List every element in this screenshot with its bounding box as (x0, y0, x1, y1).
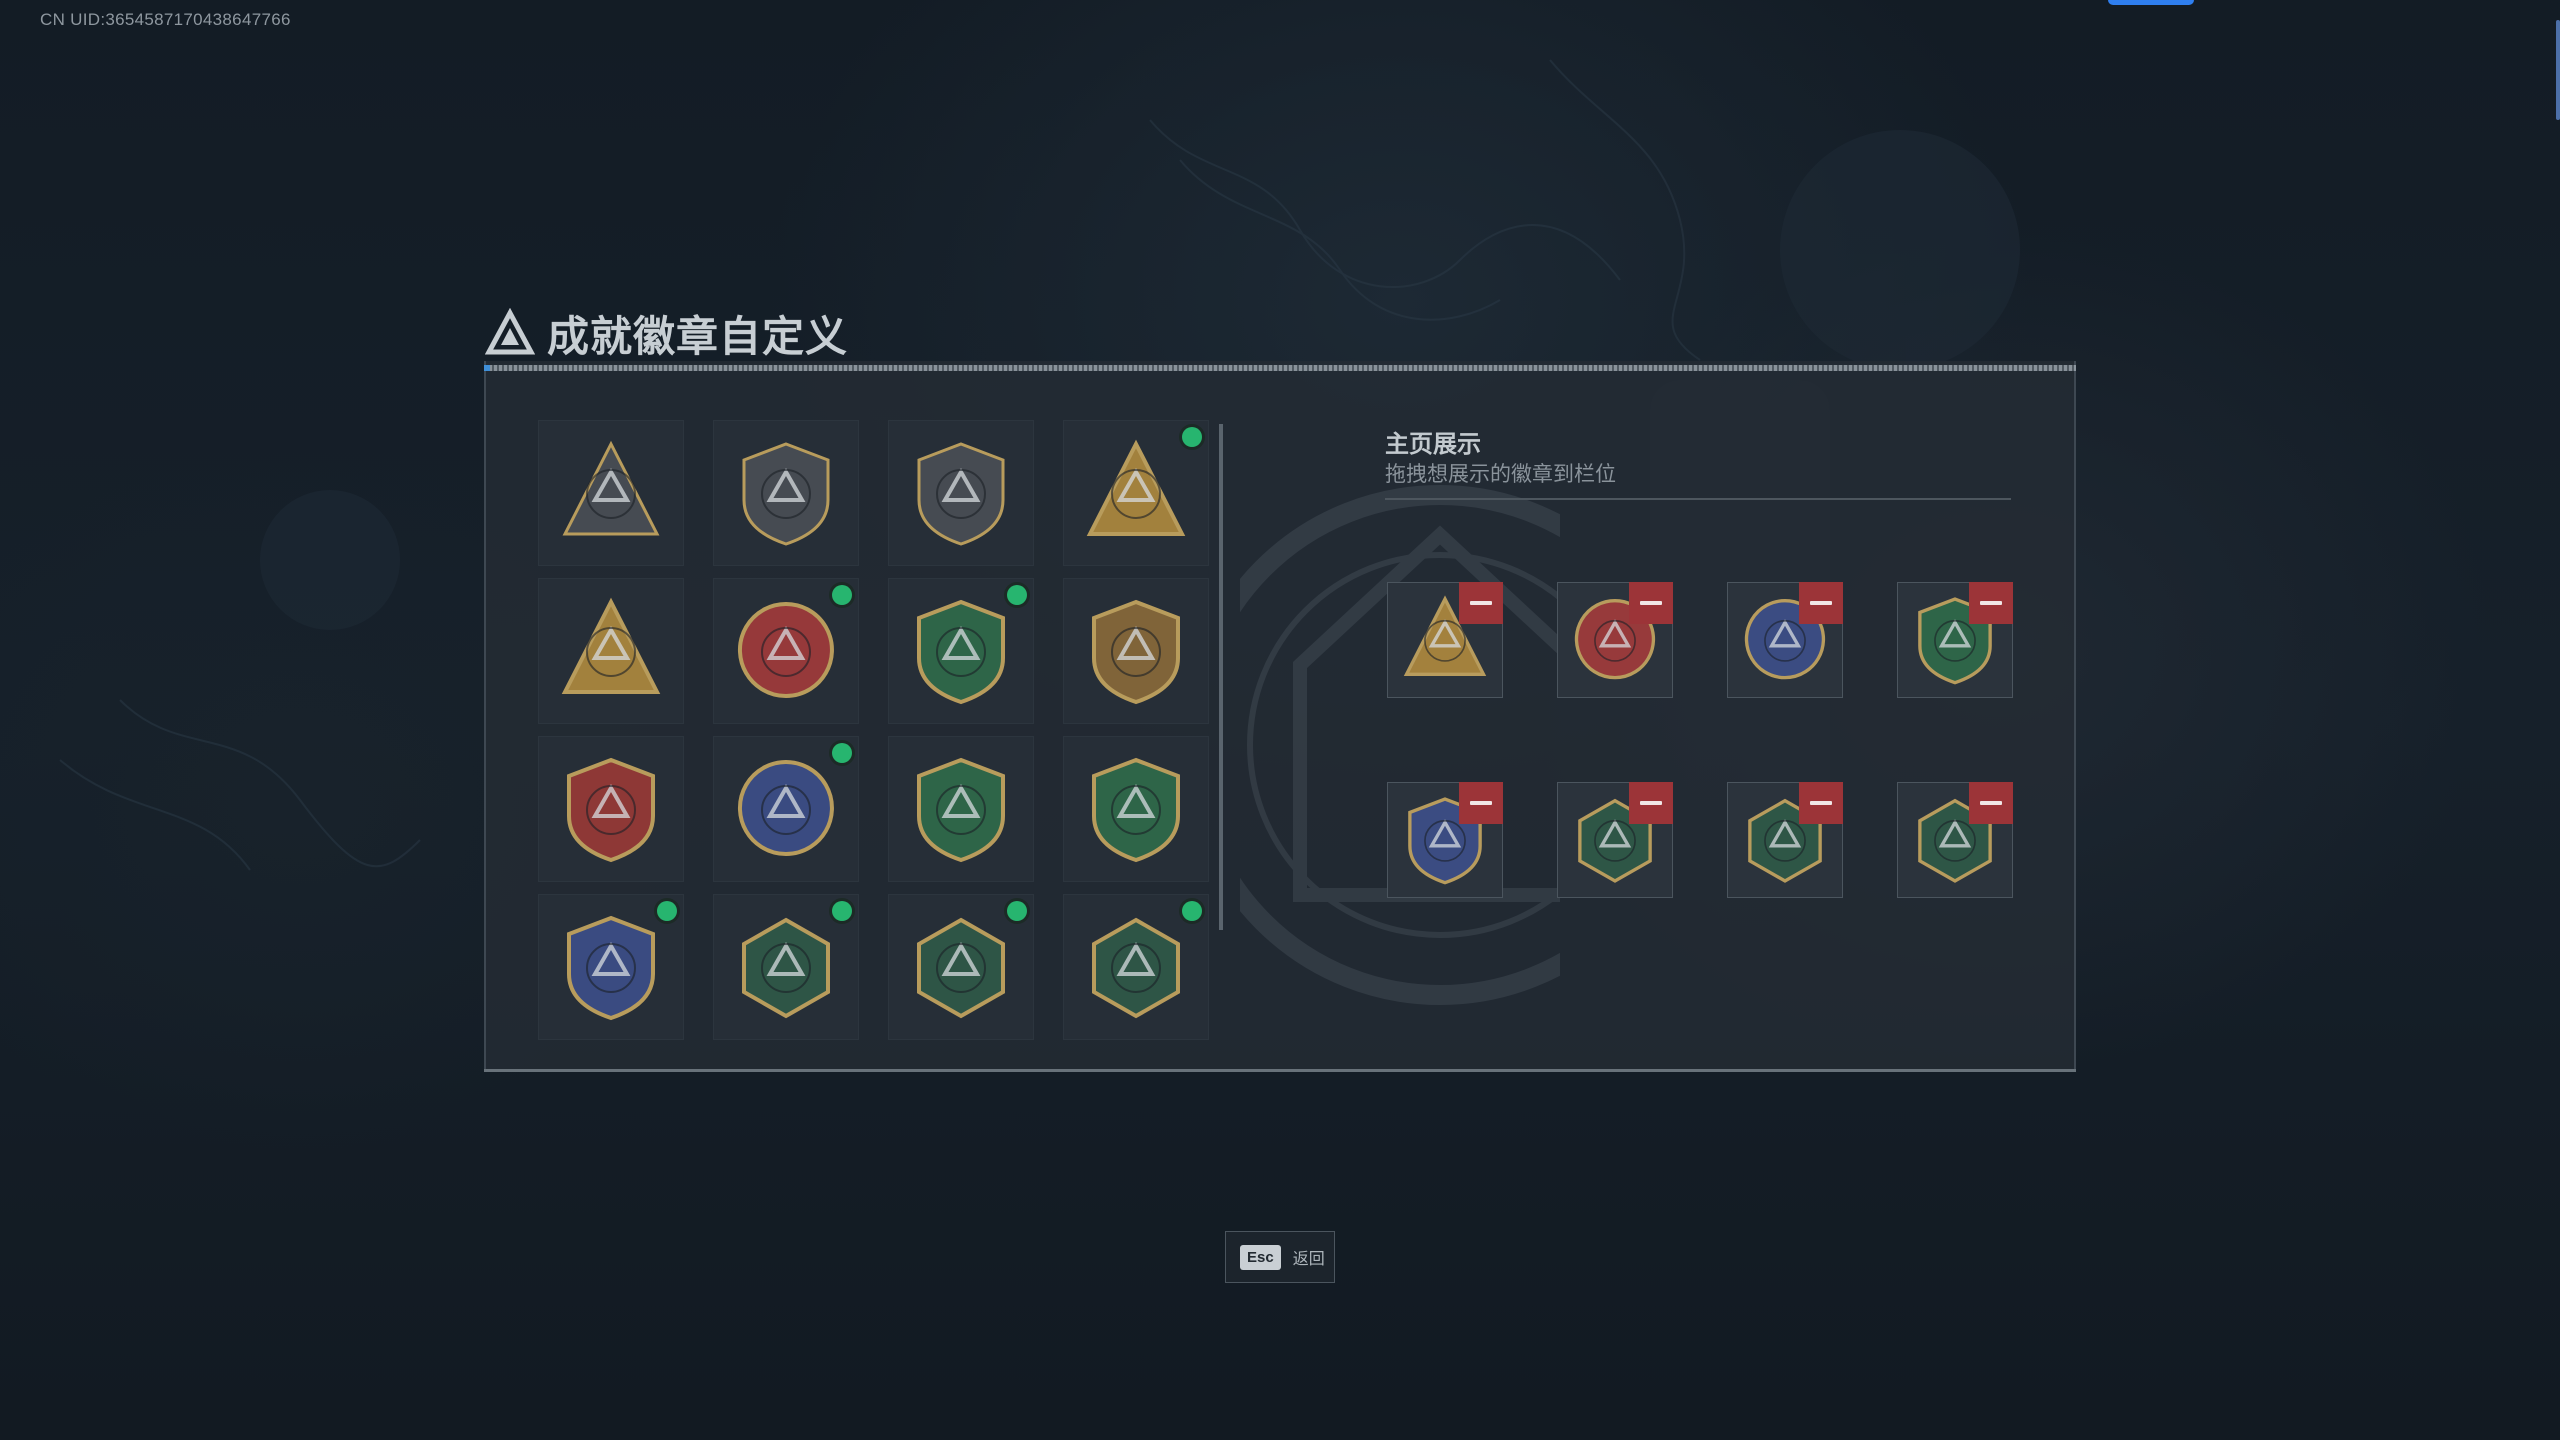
new-indicator-dot (832, 585, 852, 605)
esc-key-icon: Esc (1240, 1244, 1281, 1270)
collection-badge-slot[interactable] (888, 736, 1034, 882)
panel-top-accent (484, 365, 490, 371)
showcase-badge-slot[interactable] (1897, 782, 2013, 898)
remove-badge-button[interactable] (1629, 782, 1673, 824)
panel-top-border (484, 365, 2076, 371)
panel-bottom-border (484, 1069, 2076, 1072)
display-section-divider (1385, 498, 2011, 500)
homepage-showcase-slots (1387, 582, 2013, 898)
wasp-hexagon-badge-icon (742, 917, 830, 1019)
remove-badge-button[interactable] (1969, 582, 2013, 624)
new-indicator-dot (1182, 427, 1202, 447)
collection-badge-slot[interactable] (1063, 578, 1209, 724)
gold-blue-wing-shield-badge-icon (567, 915, 655, 1021)
remove-badge-button[interactable] (1799, 582, 1843, 624)
bronze-wing-shield-badge-icon (1092, 599, 1180, 705)
s4-gold-triangle-badge-icon (1086, 439, 1186, 536)
back-label: 返回 (1292, 1251, 1325, 1268)
showcase-badge-slot[interactable] (1897, 582, 2013, 698)
new-indicator-dot (1007, 585, 1027, 605)
green-crosshair-rifle-badge-icon (917, 757, 1005, 863)
remove-badge-button[interactable] (1459, 582, 1503, 624)
remove-badge-button[interactable] (1799, 782, 1843, 824)
green-hexagon-weapon-badge-icon (1092, 917, 1180, 1019)
remove-badge-button[interactable] (1459, 782, 1503, 824)
diamond-emblem-shield-badge-icon (917, 442, 1005, 546)
showcase-badge-slot[interactable] (1727, 782, 1843, 898)
showcase-badge-slot[interactable] (1387, 582, 1503, 698)
showcase-badge-slot[interactable] (1727, 582, 1843, 698)
showcase-badge-slot[interactable] (1387, 782, 1503, 898)
collection-badge-slot[interactable] (538, 894, 684, 1040)
collection-badge-slot[interactable] (888, 578, 1034, 724)
page-header: 成就徽章自定义 (485, 305, 848, 361)
collection-badge-slot[interactable] (1063, 420, 1209, 566)
triangle-logo-icon (485, 308, 535, 355)
collection-badge-slot[interactable] (538, 578, 684, 724)
remove-badge-button[interactable] (1629, 582, 1673, 624)
new-indicator-dot (832, 743, 852, 763)
new-indicator-dot (832, 901, 852, 921)
collection-badge-slot[interactable] (888, 420, 1034, 566)
remove-badge-button[interactable] (1969, 782, 2013, 824)
page-title: 成就徽章自定义 (547, 312, 849, 360)
new-indicator-dot (1182, 901, 1202, 921)
collection-badge-slot[interactable] (713, 894, 859, 1040)
green-crosshair-rifle-badge-icon (1092, 757, 1180, 863)
collection-badge-slot[interactable] (713, 420, 859, 566)
green-beret-shield-badge-icon (917, 599, 1005, 705)
collection-badge-slot[interactable] (1063, 894, 1209, 1040)
star-compass-badge-icon (737, 602, 834, 698)
back-button[interactable]: Esc 返回 (1225, 1231, 1335, 1283)
badge-collection-grid (538, 420, 1212, 1040)
user-uid: CN UID:3654587170438647766 (40, 10, 291, 29)
display-section-hint: 拖拽想展示的徽章到栏位 (1385, 463, 1616, 486)
new-indicator-dot (1007, 901, 1027, 921)
s5-gold-triangle-badge-icon (561, 597, 661, 694)
showcase-badge-slot[interactable] (1557, 782, 1673, 898)
collection-badge-slot[interactable] (1063, 736, 1209, 882)
collection-badge-slot[interactable] (538, 736, 684, 882)
showcase-badge-slot[interactable] (1557, 582, 1673, 698)
right-edge-scrollbar[interactable] (2556, 20, 2560, 120)
collection-badge-slot[interactable] (713, 578, 859, 724)
sniper-skull-round-badge-icon (737, 760, 834, 856)
new-indicator-dot (657, 901, 677, 921)
helicopter-shield-badge-icon (742, 442, 830, 546)
collection-scrollbar[interactable] (1219, 424, 1223, 930)
display-section-title: 主页展示 (1385, 431, 1481, 458)
collection-badge-slot[interactable] (713, 736, 859, 882)
top-tab-indicator[interactable] (2108, 0, 2194, 5)
wasp-hexagon-badge-icon (917, 917, 1005, 1019)
triangle-logo-shield-badge-icon (562, 440, 660, 536)
collection-badge-slot[interactable] (888, 894, 1034, 1040)
collection-badge-slot[interactable] (538, 420, 684, 566)
red-crest-shield-badge-icon (567, 757, 655, 863)
